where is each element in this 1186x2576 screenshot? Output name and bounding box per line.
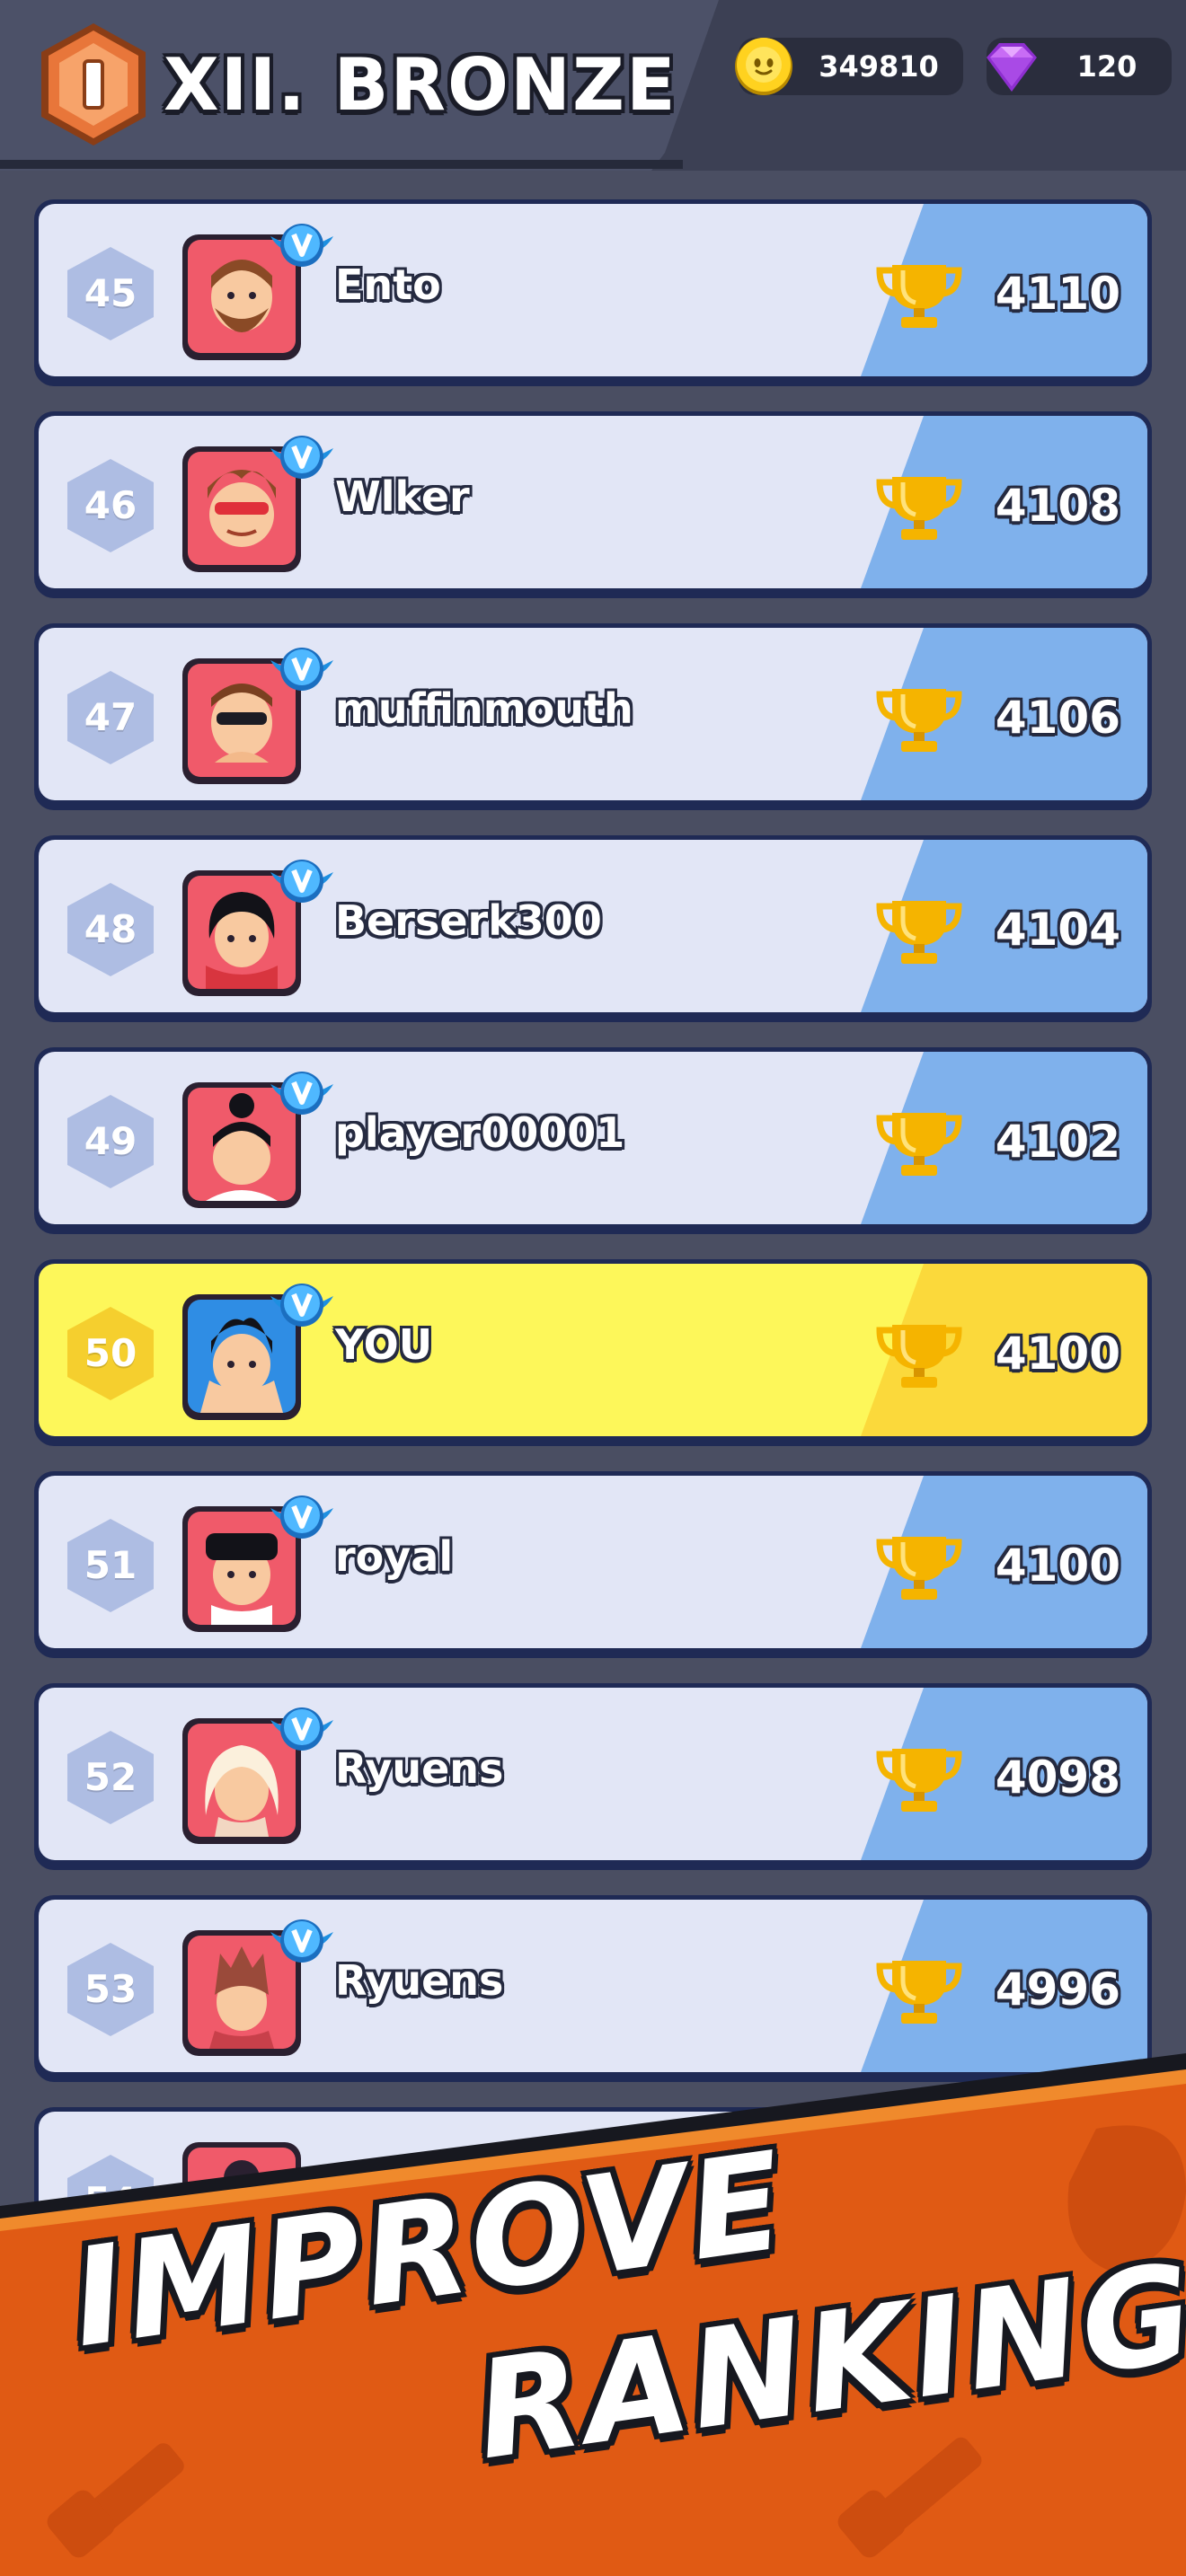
vip-badge-icon <box>270 860 333 903</box>
vip-badge-icon <box>270 224 333 267</box>
rank-number: 51 <box>84 1543 137 1587</box>
league-panel-edge <box>0 160 683 169</box>
trophy-icon <box>876 1961 962 2024</box>
trophy-icon <box>876 1749 962 1812</box>
top-bar: XII. BRONZE 349810 120 <box>0 0 1186 171</box>
player-name: Ryuens <box>335 1956 504 2005</box>
trophy-count: 4108 <box>995 480 1120 532</box>
trophy-icon <box>876 265 962 328</box>
trophy-count: 4996 <box>995 1963 1120 2016</box>
vip-badge-icon <box>270 1707 333 1751</box>
player-name: Wlker <box>335 472 470 521</box>
rank-number: 53 <box>84 1967 137 2011</box>
row-card: 52 Ryuens 4098 <box>39 1688 1147 1860</box>
trophy-count: 4100 <box>995 1539 1120 1592</box>
rank-number: 50 <box>84 1331 137 1375</box>
leaderboard-row[interactable]: 46 Wlker 4108 <box>34 411 1152 598</box>
leaderboard-row[interactable]: 51 royal 4100 <box>34 1471 1152 1658</box>
row-card: 50 YOU 4100 <box>39 1264 1147 1436</box>
league-title: XII. BRONZE <box>164 43 677 127</box>
vip-badge-icon <box>270 1495 333 1539</box>
coins-counter[interactable]: 349810 <box>735 38 963 95</box>
bronze-shield-icon[interactable] <box>36 20 151 149</box>
row-card: 48 Berserk300 4104 <box>39 840 1147 1012</box>
vip-badge-icon <box>270 1284 333 1327</box>
trophy-count: 4106 <box>995 692 1120 744</box>
leaderboard-row[interactable]: 45 Ento 4110 <box>34 199 1152 386</box>
trophy-icon <box>876 901 962 964</box>
row-card: 45 Ento 4110 <box>39 204 1147 376</box>
rank-number: 46 <box>84 483 137 527</box>
trophy-icon <box>876 1113 962 1176</box>
trophy-count: 4110 <box>995 268 1120 320</box>
leaderboard-row-current-player[interactable]: 50 YOU 4100 <box>34 1259 1152 1446</box>
rank-number: 52 <box>84 1755 137 1799</box>
player-name: Berserk300 <box>335 896 602 945</box>
vip-badge-icon <box>270 1072 333 1115</box>
player-name: Ento <box>335 260 441 309</box>
leaderboard-row[interactable]: 48 Berserk300 4104 <box>34 835 1152 1022</box>
row-card: 51 royal 4100 <box>39 1476 1147 1648</box>
trophy-count: 4104 <box>995 904 1120 956</box>
vip-badge-icon <box>270 1919 333 1963</box>
rank-number: 47 <box>84 695 137 739</box>
row-card: 47 muffinmouth 4106 <box>39 628 1147 800</box>
player-name: YOU <box>335 1320 433 1369</box>
rank-number: 49 <box>84 1119 137 1163</box>
trophy-icon <box>876 1325 962 1388</box>
gems-value: 120 <box>1076 49 1137 84</box>
trophy-count: 4098 <box>995 1751 1120 1804</box>
rank-number: 48 <box>84 907 137 951</box>
trophy-icon <box>876 689 962 752</box>
row-card: 46 Wlker 4108 <box>39 416 1147 588</box>
trophy-icon <box>876 477 962 540</box>
row-card: 49 player00001 4102 <box>39 1052 1147 1224</box>
player-name: Ryuens <box>335 1744 504 1793</box>
row-card: 53 Ryuens 4996 <box>39 1900 1147 2072</box>
player-name: royal <box>335 1532 454 1581</box>
coin-icon <box>735 38 792 95</box>
leaderboard-row[interactable]: 49 player00001 4102 <box>34 1047 1152 1234</box>
trophy-count: 4100 <box>995 1328 1120 1380</box>
gems-counter[interactable]: 120 <box>987 38 1172 95</box>
vip-badge-icon <box>270 436 333 479</box>
coins-value: 349810 <box>819 49 939 84</box>
rank-number: 45 <box>84 271 137 315</box>
gem-icon <box>987 43 1037 92</box>
leaderboard-row[interactable]: 52 Ryuens 4098 <box>34 1683 1152 1870</box>
trophy-icon <box>876 1537 962 1600</box>
promo-banner: IMPROVE RANKING <box>0 2048 1186 2576</box>
leaderboard-row[interactable]: 47 muffinmouth 4106 <box>34 623 1152 810</box>
player-name: player00001 <box>335 1108 625 1157</box>
player-name: muffinmouth <box>335 684 633 733</box>
trophy-count: 4102 <box>995 1116 1120 1168</box>
vip-badge-icon <box>270 648 333 691</box>
